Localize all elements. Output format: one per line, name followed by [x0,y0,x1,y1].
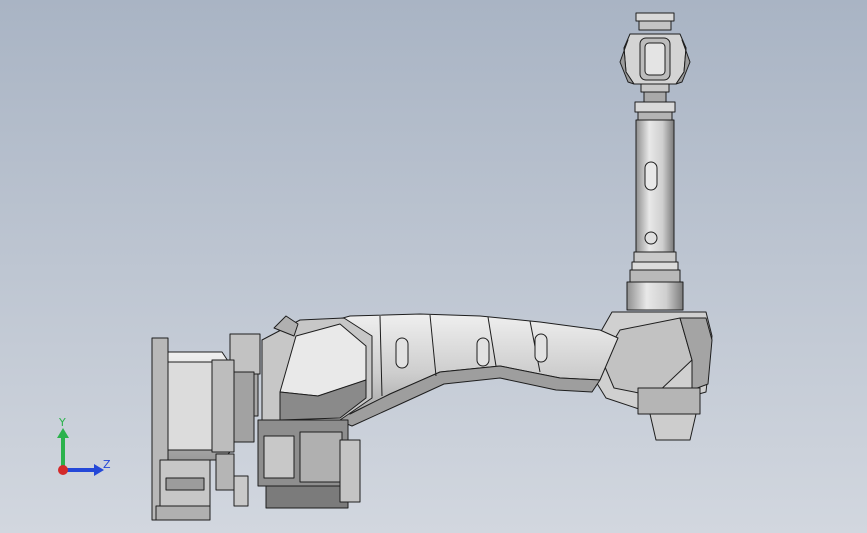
tool-flange-ring [638,20,672,31]
wrist-neck-joint [643,91,667,103]
base-motor-panel [263,435,295,479]
forearm-access-slot [644,161,658,191]
forearm-ring-1 [633,251,677,263]
y-axis-label: Y [58,416,66,429]
forearm-collar-ring [637,111,673,121]
base-drum-ring [233,371,255,443]
base-side-lug [215,453,235,491]
x-axis-origin [58,465,68,475]
forearm-base-housing [626,281,684,311]
viewport-background [0,0,867,533]
upper-arm-slot-3 [534,333,548,363]
base-foot [155,505,211,521]
tool-flange [635,12,675,22]
forearm-top-collar [634,101,676,113]
upper-arm-slot-2 [476,337,490,367]
forearm-ring-3 [629,269,681,283]
wrist-cover-inner [644,42,666,76]
upper-arm-slot-1 [395,337,409,369]
forearm-port [644,231,658,245]
base-drum-flange [211,359,235,453]
base-side-foot [233,475,249,507]
z-axis-label: Z [103,458,111,471]
forearm-ring-2 [631,261,679,271]
base-side-bracket [339,439,361,503]
base-motor-panel-2 [299,431,343,483]
graphics-viewport[interactable]: Y Z [0,0,867,533]
elbow-lower-lug [649,413,697,441]
elbow-motor-block [637,387,701,415]
base-lower-slot [165,477,205,491]
base-drum-face [167,361,213,451]
base-motor-foot [265,485,349,509]
wrist-neck [640,83,670,93]
model-canvas[interactable]: Y Z [0,0,867,533]
